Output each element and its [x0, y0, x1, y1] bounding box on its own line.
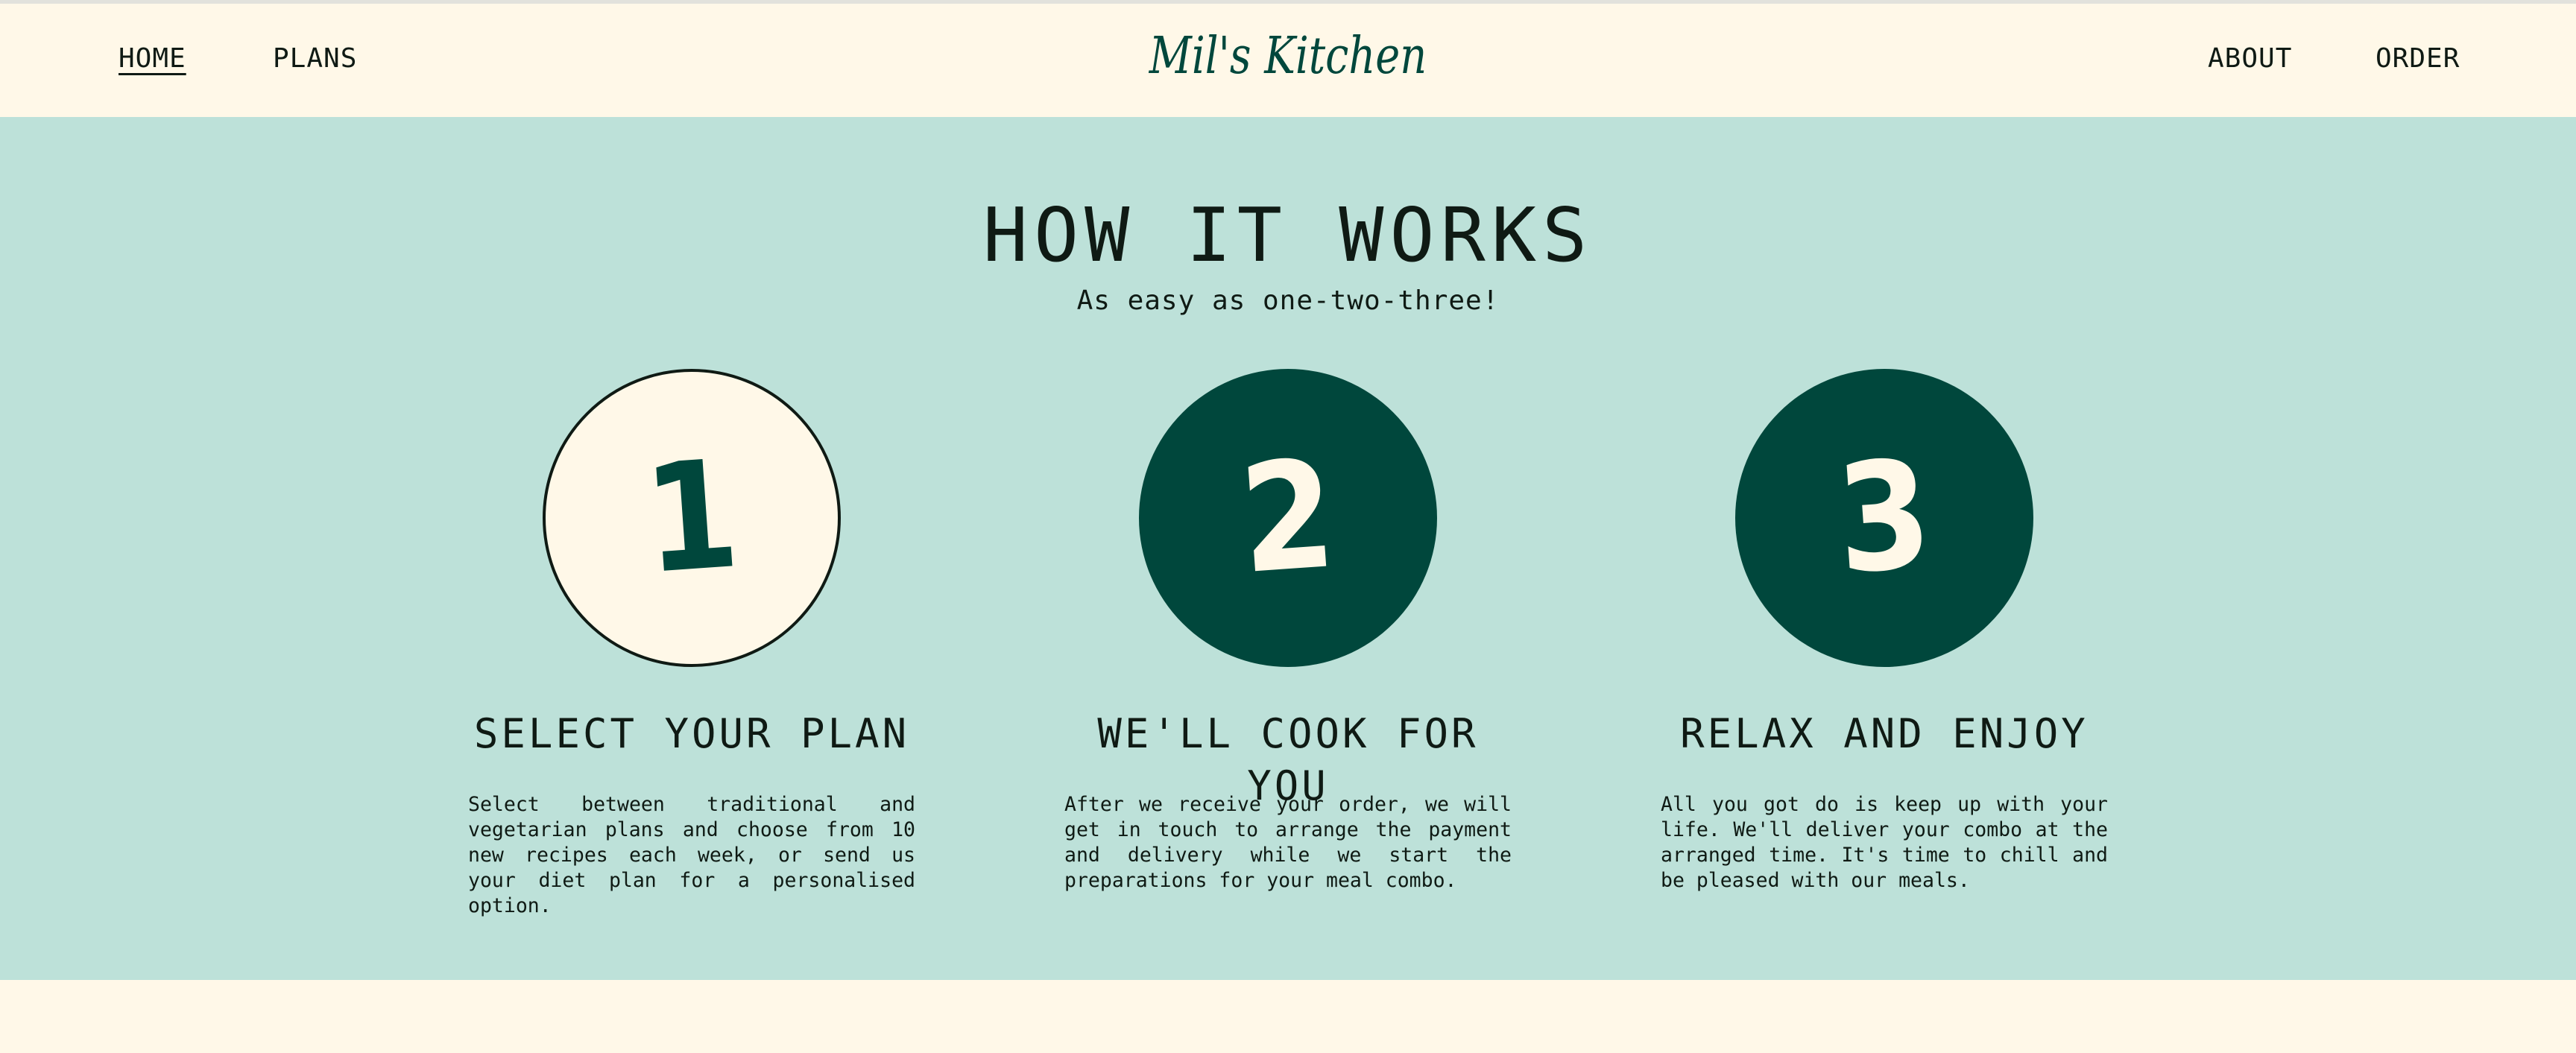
step-number: 1	[639, 427, 745, 608]
step-number: 2	[1235, 427, 1341, 608]
step-title: SELECT YOUR PLAN	[473, 710, 910, 757]
step-description: Select between traditional and vegetaria…	[468, 793, 915, 917]
section-subtitle: As easy as one-two-three!	[1076, 285, 1500, 316]
step-title: RELAX AND ENJOY	[1680, 710, 2089, 757]
nav-link-order[interactable]: ORDER	[2375, 41, 2460, 77]
step-description: After we receive your order, we will get…	[1064, 793, 1512, 892]
step-number: 3	[1831, 427, 1937, 608]
step-description: All you got do is keep up with your life…	[1661, 793, 2108, 892]
navbar: HOME PLANS Mil's Kitchen ABOUT ORDER	[0, 4, 2576, 117]
step-number-circle: 3	[1735, 369, 2033, 667]
step-number-circle: 1	[543, 369, 841, 667]
brand-logo[interactable]: Mil's Kitchen	[1105, 23, 1471, 90]
nav-link-home[interactable]: HOME	[119, 41, 186, 77]
nav-link-plans[interactable]: PLANS	[273, 41, 357, 77]
section-title: HOW IT WORKS	[982, 192, 1594, 279]
nav-link-about[interactable]: ABOUT	[2208, 41, 2292, 77]
how-it-works-section: HOW IT WORKS As easy as one-two-three! 1…	[0, 117, 2576, 980]
step-number-circle: 2	[1139, 369, 1437, 667]
